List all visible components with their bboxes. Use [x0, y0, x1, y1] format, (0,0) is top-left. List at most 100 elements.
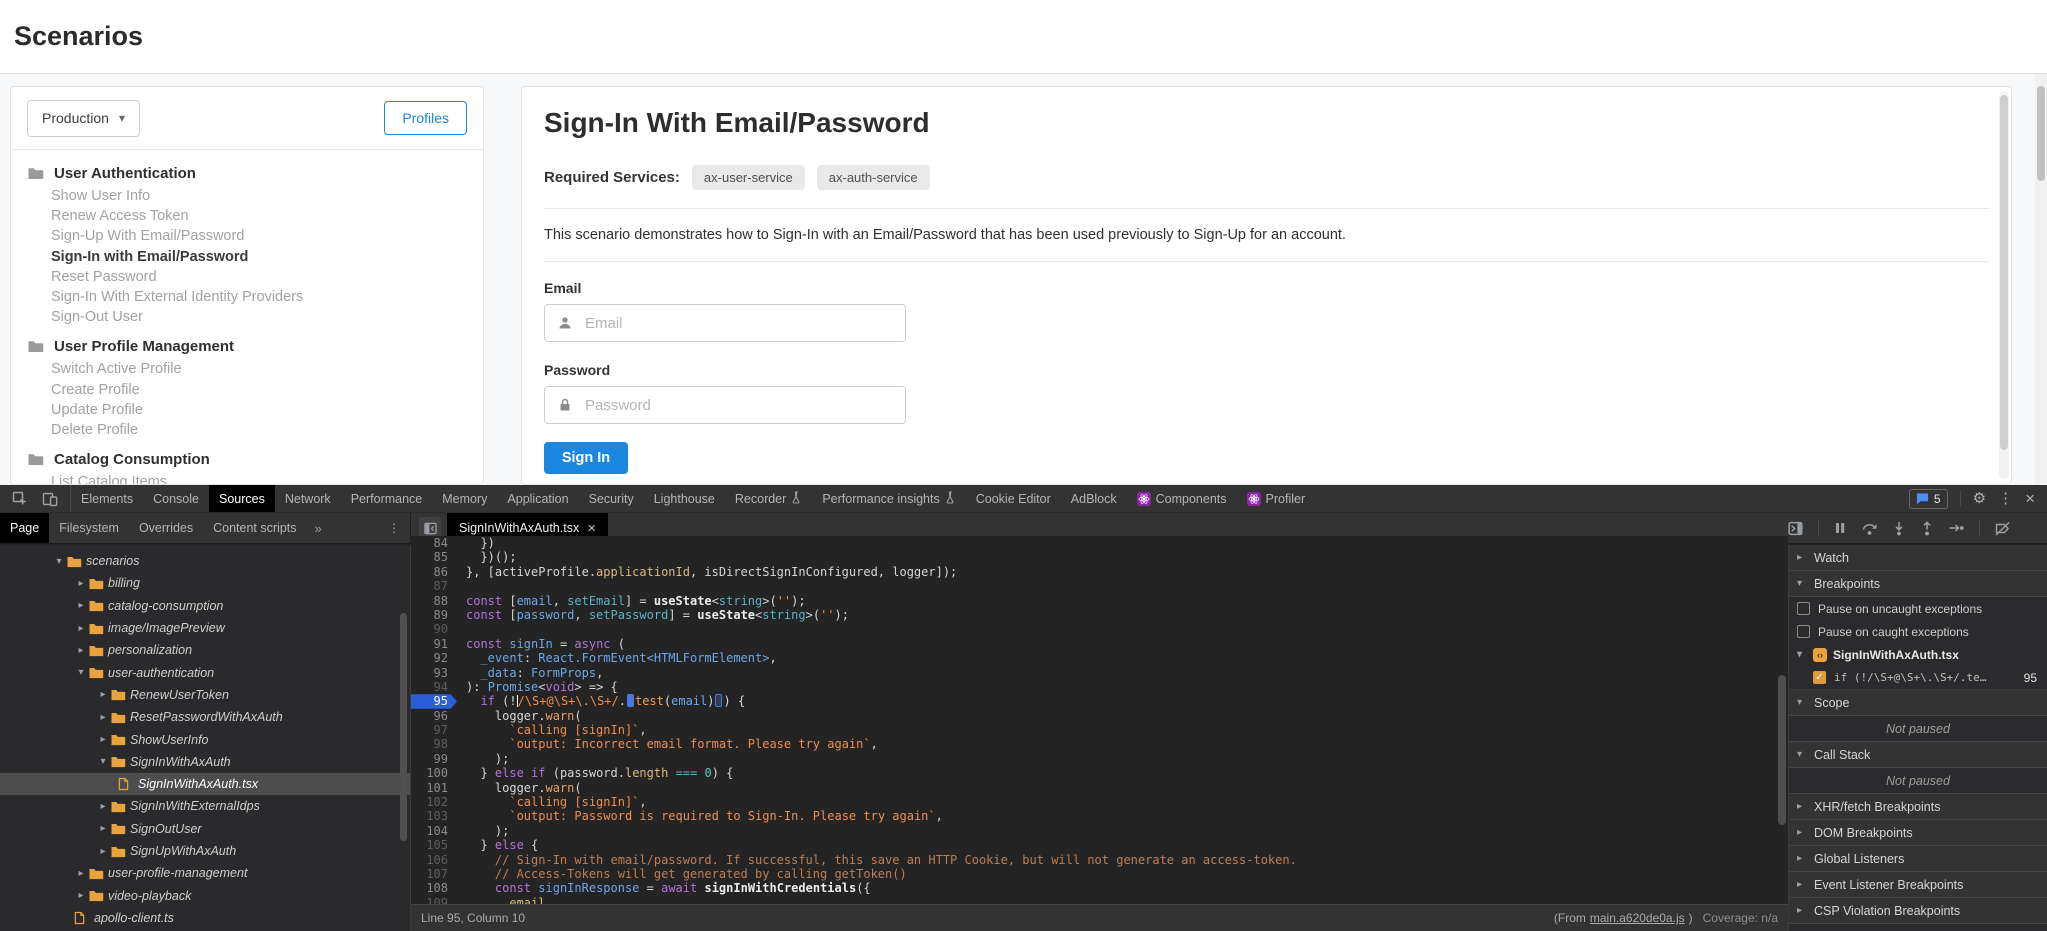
tab-sources[interactable]: Sources	[209, 485, 275, 512]
code-line-content[interactable]: `calling [signIn]`,	[457, 795, 647, 809]
code-line-content[interactable]	[457, 579, 466, 593]
code-line-content[interactable]: if (!/\S+@\S+\.\S+/.test(email)) {	[457, 694, 745, 708]
code-line-content[interactable]: // Access-Tokens will get generated by c…	[457, 867, 907, 881]
file-tree-item-signinwithaxauth[interactable]: ▾SignInWithAxAuth	[0, 751, 410, 773]
line-number[interactable]: 89	[411, 608, 457, 622]
line-number[interactable]: 91	[411, 637, 457, 651]
deactivate-breakpoints-icon[interactable]	[1994, 521, 2011, 536]
code-line-content[interactable]: }, [activeProfile.applicationId, isDirec…	[457, 565, 957, 579]
code-line-content[interactable]: // Sign-In with email/password. If succe…	[457, 853, 1297, 867]
pause-script-icon[interactable]	[1833, 521, 1847, 535]
environment-select[interactable]: Production ▾	[27, 100, 140, 137]
option-pause-on-uncaught-exceptions[interactable]: Pause on uncaught exceptions	[1789, 597, 2047, 620]
section-watch[interactable]: ▸Watch	[1789, 545, 2047, 571]
code-line-content[interactable]: );	[457, 824, 509, 838]
more-tabs-icon[interactable]: »	[307, 513, 330, 543]
close-devtools-icon[interactable]: ×	[2025, 490, 2035, 507]
tree-arrow-icon[interactable]: ▸	[74, 623, 88, 634]
devtools-menu-icon[interactable]: ⋮	[1998, 491, 2013, 506]
tree-arrow-icon[interactable]: ▸	[96, 689, 110, 700]
section-event-listener-breakpoints[interactable]: ▸Event Listener Breakpoints	[1789, 872, 2047, 898]
checkbox[interactable]	[1797, 625, 1810, 638]
file-tree-item-signupwithaxauth[interactable]: ▸SignUpWithAxAuth	[0, 840, 410, 862]
code-line-content[interactable]: ): Promise<void> => {	[457, 680, 618, 694]
device-toolbar-icon[interactable]	[38, 488, 62, 510]
password-field[interactable]	[544, 386, 906, 424]
code-line-content[interactable]: `output: Incorrect email format. Please …	[457, 737, 878, 751]
code-line-content[interactable]: const signIn = async (	[457, 637, 625, 651]
sourcemap-link[interactable]: main.a620de0a.js	[1590, 911, 1685, 925]
tab-console[interactable]: Console	[143, 485, 209, 512]
tree-arrow-icon[interactable]: ▾	[96, 756, 110, 767]
section-call-stack[interactable]: ▾Call Stack	[1789, 742, 2047, 768]
line-number[interactable]: 105	[411, 838, 457, 852]
breakpoint-checkbox[interactable]: ✓	[1813, 671, 1826, 684]
step-out-icon[interactable]	[1920, 521, 1934, 536]
tree-arrow-icon[interactable]: ▸	[96, 846, 110, 857]
settings-gear-icon[interactable]: ⚙	[1973, 491, 1986, 506]
toggle-debugger-sidebar-icon[interactable]	[1787, 520, 1804, 537]
tree-arrow-icon[interactable]: ▸	[74, 578, 88, 589]
issues-counter[interactable]: 5	[1909, 489, 1948, 509]
code-line-content[interactable]: } else if (password.length === 0) {	[457, 766, 733, 780]
line-number[interactable]: 97	[411, 723, 457, 737]
line-number[interactable]: 99	[411, 752, 457, 766]
file-tree-item-personalization[interactable]: ▸personalization	[0, 639, 410, 661]
file-tree-item-apollo-client-ts[interactable]: apollo-client.ts	[0, 907, 410, 929]
email-input[interactable]	[585, 315, 905, 332]
tree-arrow-icon[interactable]: ▸	[74, 600, 88, 611]
tab-adblock[interactable]: AdBlock	[1061, 485, 1127, 512]
code-line-content[interactable]: email,	[457, 896, 553, 904]
tree-arrow-icon[interactable]: ▸	[96, 823, 110, 834]
tab-lighthouse[interactable]: Lighthouse	[644, 485, 725, 512]
tab-application[interactable]: Application	[497, 485, 578, 512]
nav-tab-filesystem[interactable]: Filesystem	[49, 513, 129, 543]
tree-arrow-icon[interactable]: ▸	[74, 645, 88, 656]
scenario-item-sign-in-with-external-identity-providers[interactable]: Sign-In With External Identity Providers	[11, 287, 483, 307]
file-tree-item-signoutuser[interactable]: ▸SignOutUser	[0, 818, 410, 840]
navigator-menu-icon[interactable]: ⋮	[378, 513, 410, 543]
step-icon[interactable]	[1948, 521, 1965, 535]
scenario-item-delete-profile[interactable]: Delete Profile	[11, 420, 483, 440]
line-number[interactable]: 86	[411, 565, 457, 579]
code-line-content[interactable]: const signInResponse = await signInWithC…	[457, 881, 871, 895]
email-field[interactable]	[544, 304, 906, 342]
tab-cookie-editor[interactable]: Cookie Editor	[966, 485, 1061, 512]
code-line-content[interactable]: `output: Password is required to Sign-In…	[457, 809, 943, 823]
code-line-content[interactable]: const [password, setPassword] = useState…	[457, 608, 849, 622]
section-global-listeners[interactable]: ▸Global Listeners	[1789, 846, 2047, 872]
line-number[interactable]: 109	[411, 896, 457, 904]
scenario-item-show-user-info[interactable]: Show User Info	[11, 186, 483, 206]
nav-tab-page[interactable]: Page	[0, 513, 49, 543]
scenario-group-catalog-consumption[interactable]: Catalog Consumption	[11, 446, 483, 472]
line-number[interactable]: 88	[411, 594, 457, 608]
option-pause-on-caught-exceptions[interactable]: Pause on caught exceptions	[1789, 620, 2047, 643]
code-line-content[interactable]: _event: React.FormEvent<HTMLFormElement>…	[457, 651, 777, 665]
code-line-content[interactable]: logger.warn(	[457, 709, 582, 723]
line-number[interactable]: 84	[411, 536, 457, 550]
tab-network[interactable]: Network	[275, 485, 341, 512]
checkbox[interactable]	[1797, 602, 1810, 615]
line-number[interactable]: 107	[411, 867, 457, 881]
section-dom-breakpoints[interactable]: ▸DOM Breakpoints	[1789, 820, 2047, 846]
scenario-item-update-profile[interactable]: Update Profile	[11, 400, 483, 420]
code-line-content[interactable]	[457, 622, 466, 636]
breakpoint-entry[interactable]: ✓if (!/\S+@\S+\.\S+/.te…95	[1789, 666, 2047, 690]
tab-performance-insights[interactable]: Performance insights	[812, 485, 965, 512]
line-number[interactable]: 93	[411, 666, 457, 680]
breakpoint-file-signinwithaxauth-tsx[interactable]: ▾‹›SignInWithAxAuth.tsx	[1789, 643, 2047, 666]
code-line-content[interactable]: } else {	[457, 838, 538, 852]
step-into-icon[interactable]	[1892, 521, 1906, 536]
code-line-content[interactable]: const [email, setEmail] = useState<strin…	[457, 594, 806, 608]
file-tree-item-scenarios[interactable]: ▾scenarios	[0, 550, 410, 572]
panel-scrollbar[interactable]	[1999, 91, 2009, 479]
file-tree-item-signinwithexternalidps[interactable]: ▸SignInWithExternalIdps	[0, 795, 410, 817]
line-number[interactable]: 104	[411, 824, 457, 838]
file-tree-item-catalog-consumption[interactable]: ▸catalog-consumption	[0, 595, 410, 617]
tree-arrow-icon[interactable]: ▾	[74, 667, 88, 678]
line-number[interactable]: 94	[411, 680, 457, 694]
line-number[interactable]: 95	[411, 694, 457, 708]
code-line-content[interactable]: })();	[457, 550, 517, 564]
line-number[interactable]: 96	[411, 709, 457, 723]
line-number[interactable]: 92	[411, 651, 457, 665]
